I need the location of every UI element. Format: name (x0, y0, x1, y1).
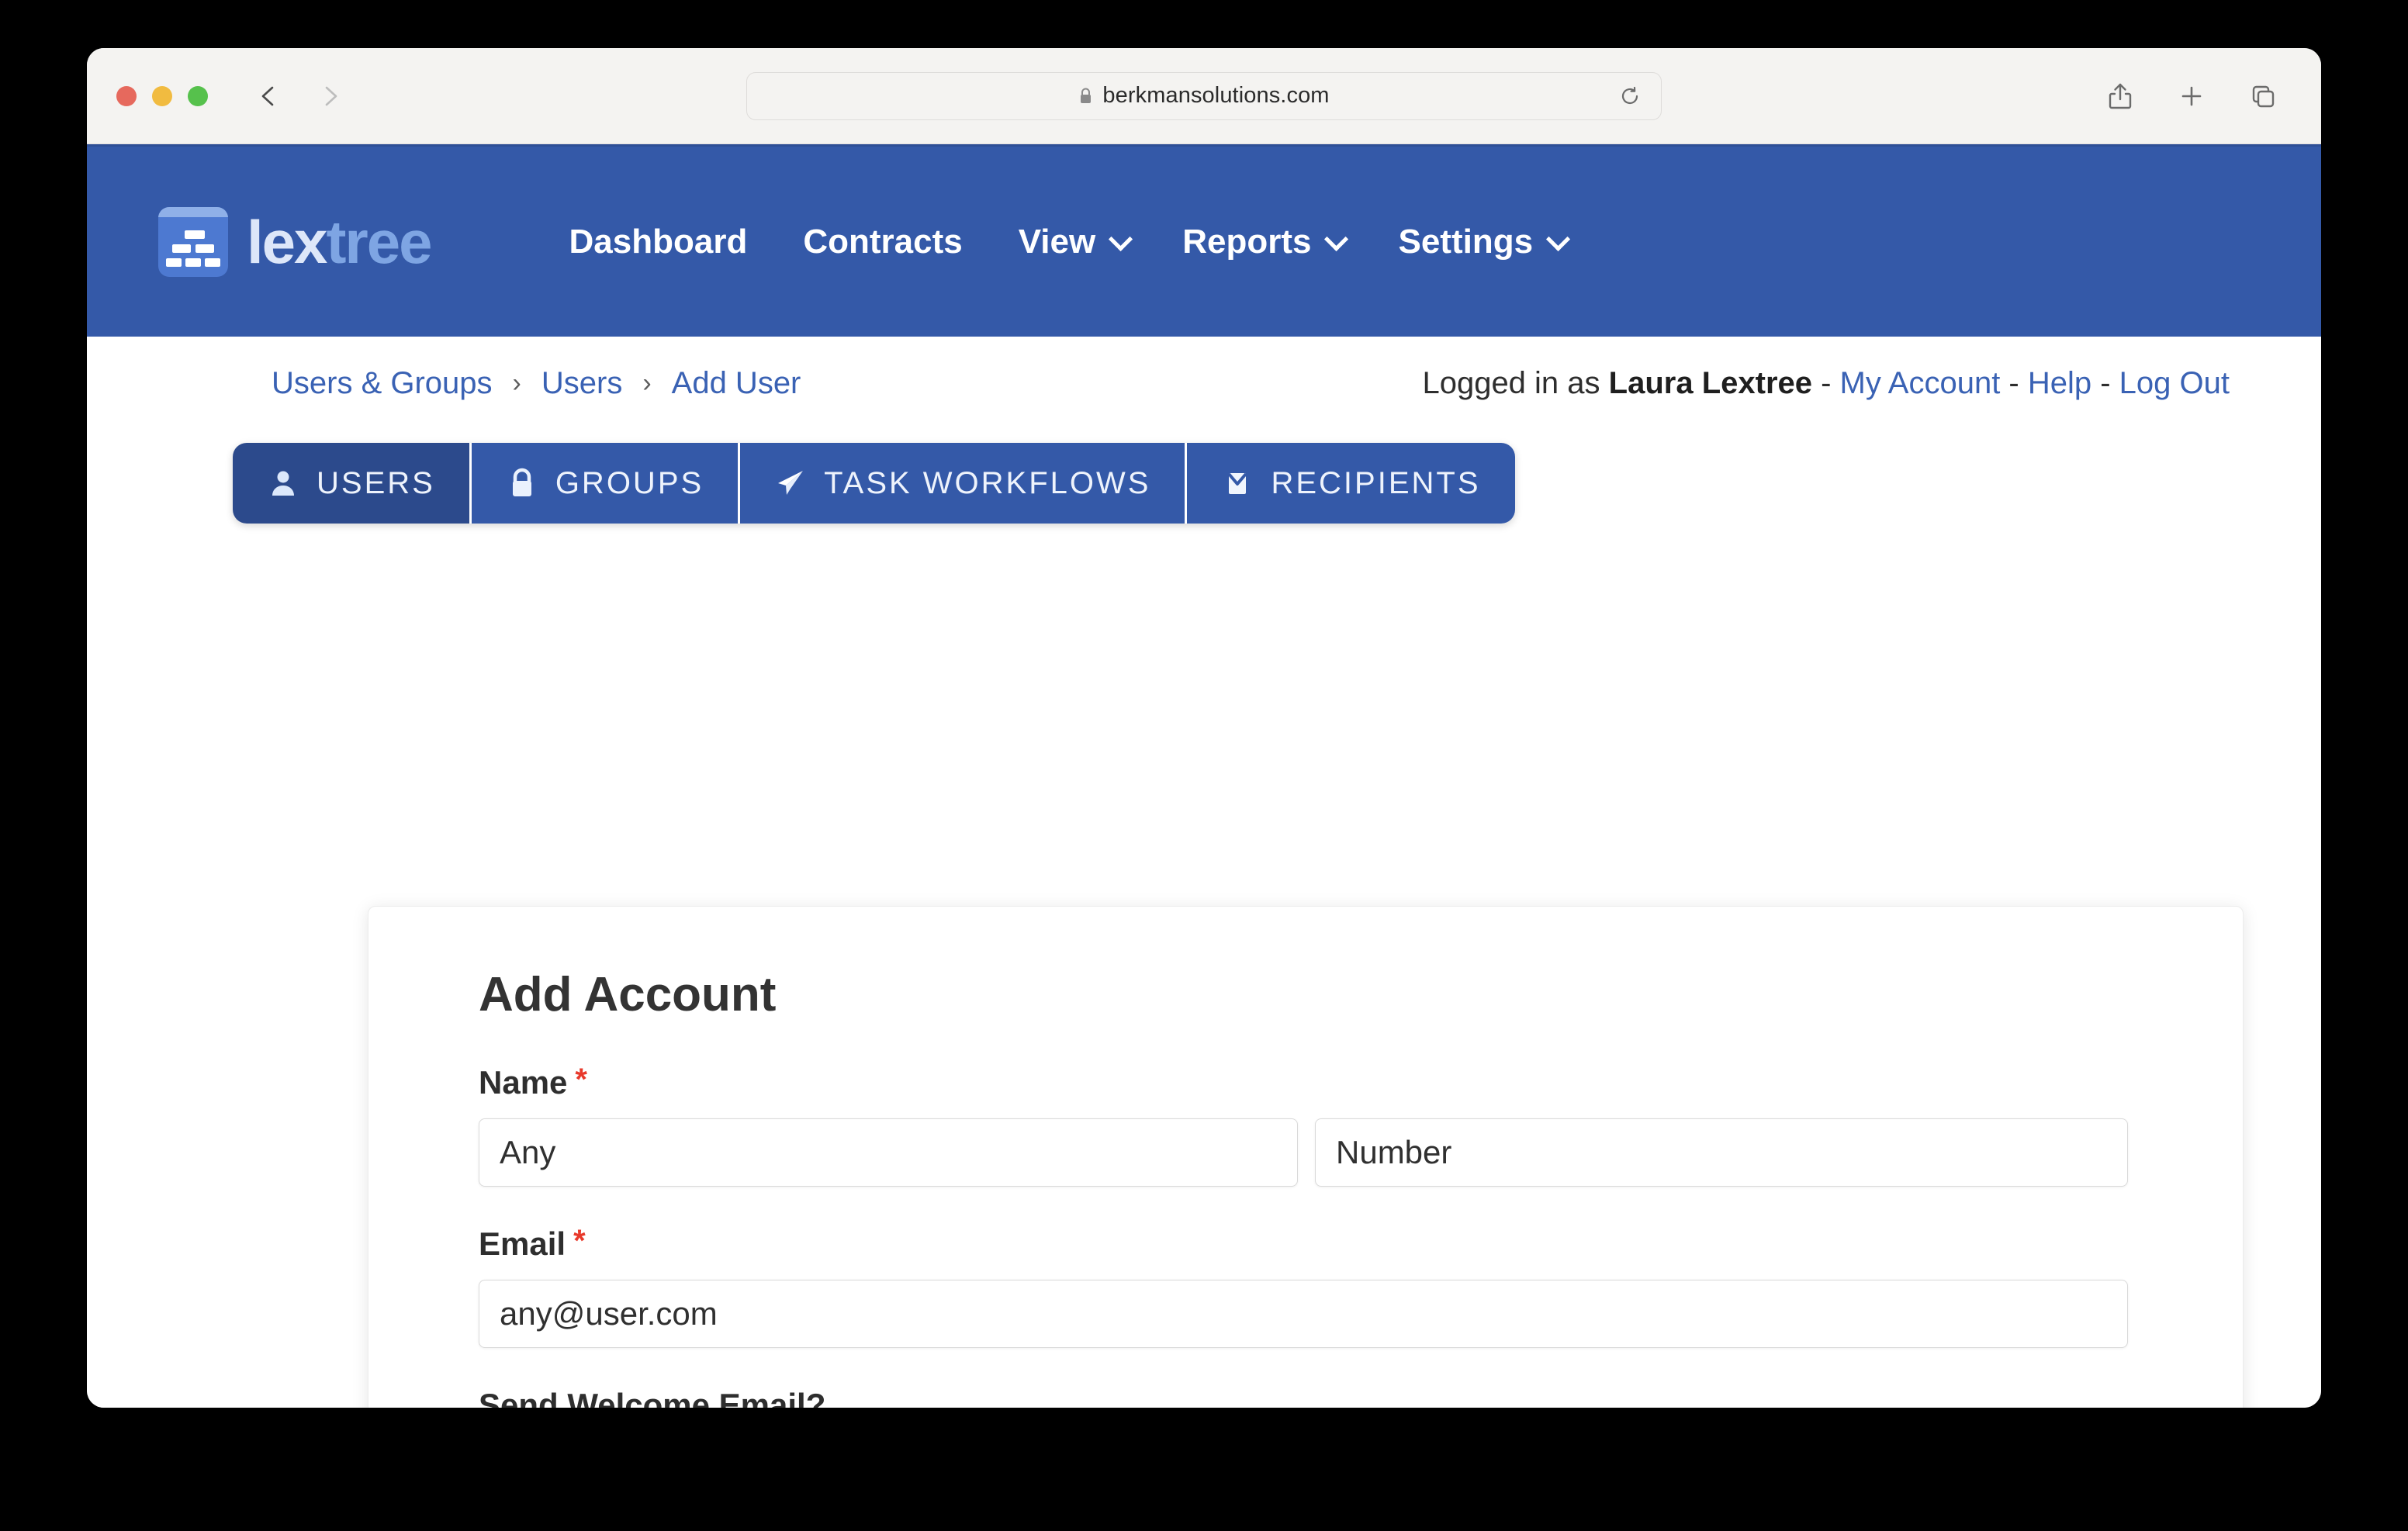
logo-text-tree: tree (326, 207, 432, 276)
app-logo[interactable]: lextree (158, 206, 433, 277)
app-header: lextree Dashboard Contracts View Reports… (87, 144, 2321, 337)
help-link[interactable]: Help (2028, 366, 2091, 400)
nav-label-settings: Settings (1398, 222, 1534, 261)
session-info: Logged in as Laura Lextree - My Account … (1422, 366, 2230, 401)
nav-item-view[interactable]: View (991, 223, 1154, 261)
browser-toolbar: berkmansolutions.com (87, 48, 2321, 144)
breadcrumb-separator-icon: › (642, 368, 652, 398)
browser-nav-arrows (256, 83, 343, 109)
name-input-row: Any Number (479, 1118, 2243, 1187)
breadcrumb-separator-icon: › (512, 368, 521, 398)
logo-text-lex: lex (247, 207, 327, 276)
session-separator: - (2091, 366, 2119, 400)
reload-icon[interactable] (1619, 85, 1641, 107)
email-field-label: Email * (479, 1225, 2243, 1263)
lock-icon (1078, 87, 1093, 105)
nav-item-settings[interactable]: Settings (1370, 223, 1592, 261)
email-input[interactable]: any@user.com (479, 1280, 2128, 1348)
user-icon (267, 467, 299, 499)
address-bar-container: berkmansolutions.com (746, 71, 1662, 120)
session-separator: - (2000, 366, 2028, 400)
name-field-label: Name * (479, 1064, 2243, 1101)
email-input-row: any@user.com (479, 1280, 2243, 1348)
tab-label-groups: GROUPS (555, 465, 704, 500)
name-label-text: Name (479, 1064, 568, 1101)
page-title: Add Account (479, 968, 777, 1021)
close-window-button[interactable] (116, 85, 137, 106)
traffic-lights (116, 85, 208, 106)
breadcrumb-item-add-user[interactable]: Add User (672, 366, 801, 401)
breadcrumb-item-users-groups[interactable]: Users & Groups (272, 366, 493, 401)
chevron-down-icon (1546, 226, 1571, 251)
my-account-link[interactable]: My Account (1840, 366, 2001, 400)
chevron-down-icon (1109, 226, 1133, 251)
breadcrumb: Users & Groups › Users › Add User (272, 366, 801, 401)
required-marker: * (575, 1063, 587, 1097)
minimize-window-button[interactable] (152, 85, 172, 106)
tab-groups[interactable]: GROUPS (471, 443, 741, 524)
nav-label-contracts: Contracts (803, 222, 963, 261)
lextree-logo-icon (158, 206, 228, 277)
add-account-card: Add Account Name * Any Number Email * an… (368, 906, 2244, 1408)
tab-label-users: USERS (317, 465, 435, 500)
nav-label-view: View (1018, 222, 1096, 261)
subheader-row: Users & Groups › Users › Add User Logged… (87, 337, 2321, 401)
tab-label-task-workflows: TASK WORKFLOWS (824, 465, 1151, 500)
share-icon[interactable] (2105, 81, 2135, 111)
nav-item-reports[interactable]: Reports (1154, 223, 1370, 261)
nav-item-contracts[interactable]: Contracts (775, 223, 990, 261)
maximize-window-button[interactable] (188, 85, 208, 106)
logged-in-username: Laura Lextree (1608, 366, 1812, 400)
first-name-input[interactable]: Any (479, 1118, 1298, 1187)
required-marker: * (573, 1224, 586, 1258)
plus-icon[interactable] (2177, 81, 2206, 111)
browser-toolbar-actions (2105, 81, 2278, 111)
main-navigation: Dashboard Contracts View Reports Setting… (541, 223, 1593, 261)
last-name-input[interactable]: Number (1315, 1118, 2128, 1187)
chevron-right-icon[interactable] (317, 83, 343, 109)
url-text: berkmansolutions.com (1102, 83, 1330, 108)
email-label-text: Email (479, 1225, 566, 1262)
nav-label-dashboard: Dashboard (569, 222, 748, 261)
nav-item-dashboard[interactable]: Dashboard (541, 223, 776, 261)
tab-task-workflows[interactable]: TASK WORKFLOWS (740, 443, 1188, 524)
address-bar[interactable]: berkmansolutions.com (746, 71, 1662, 120)
paper-plane-icon (774, 467, 807, 499)
chevron-down-icon (1324, 226, 1349, 251)
logo-wordmark: lextree (247, 212, 433, 272)
envelope-icon (1221, 467, 1254, 499)
nav-label-reports: Reports (1182, 222, 1312, 261)
page-content: Users & Groups › Users › Add User Logged… (87, 337, 2321, 1408)
tabs-overview-icon[interactable] (2248, 81, 2278, 111)
lock-icon (506, 467, 538, 499)
section-tabs: USERS GROUPS TASK WORKFLOWS RECIPIENTS (233, 443, 1515, 524)
session-separator: - (1812, 366, 1840, 400)
tab-label-recipients: RECIPIENTS (1271, 465, 1481, 500)
log-out-link[interactable]: Log Out (2119, 366, 2230, 400)
tab-recipients[interactable]: RECIPIENTS (1187, 443, 1515, 524)
send-welcome-email-label: Send Welcome Email? (479, 1387, 826, 1408)
logged-in-prefix: Logged in as (1422, 366, 1609, 400)
browser-window: berkmansolutions.com lextree Dashboard C… (87, 48, 2321, 1408)
chevron-left-icon[interactable] (256, 83, 282, 109)
breadcrumb-item-users[interactable]: Users (541, 366, 622, 401)
tab-users[interactable]: USERS (233, 443, 472, 524)
